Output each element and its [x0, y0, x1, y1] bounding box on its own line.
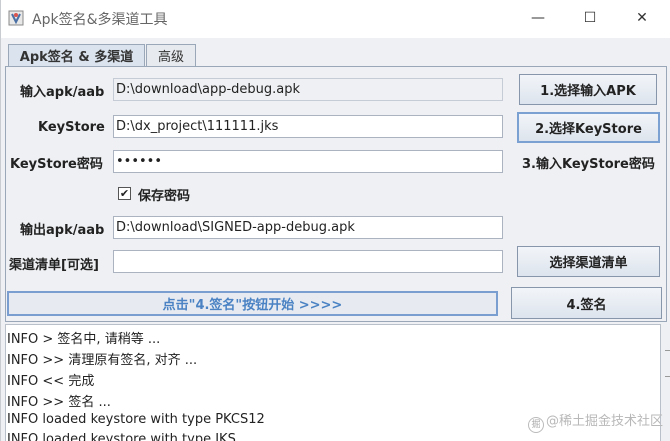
- keystore-label: KeyStore: [38, 120, 105, 135]
- select-keystore-button[interactable]: 2.选择KeyStore: [517, 112, 660, 143]
- sign-button[interactable]: 4.签名: [511, 287, 662, 319]
- log-line: INFO > 签名中, 请稍等 ...: [7, 332, 161, 347]
- channel-list-field[interactable]: [113, 250, 503, 273]
- status-text: 点击"4.签名"按钮开始 >>>>: [162, 298, 343, 313]
- input-apk-field[interactable]: D:\download\app-debug.apk: [113, 78, 503, 101]
- log-line: INFO >> 签名 ...: [7, 395, 111, 410]
- minimize-button[interactable]: —: [515, 4, 561, 32]
- tab-advanced[interactable]: 高级: [146, 44, 196, 66]
- title-bar: Apk签名&多渠道工具 — ☐ ✕: [1, 0, 670, 38]
- checkmark-icon: ✔: [119, 187, 130, 200]
- watermark: 掘 @稀土掘金技术社区: [528, 410, 663, 433]
- channel-list-label: 渠道清单[可选]: [9, 258, 99, 273]
- output-apk-label: 输出apk/aab: [20, 223, 105, 238]
- watermark-logo-icon: 掘: [528, 417, 544, 433]
- resize-tick: [665, 376, 670, 377]
- resize-tick: [665, 350, 670, 351]
- tab-sign-channels[interactable]: Apk签名 & 多渠道: [8, 44, 145, 66]
- save-password-label[interactable]: 保存密码: [138, 185, 190, 204]
- maximize-button[interactable]: ☐: [567, 4, 613, 32]
- keystore-password-label: KeyStore密码: [10, 157, 103, 172]
- close-icon: ✕: [636, 10, 648, 26]
- minimize-icon: —: [531, 10, 545, 26]
- window-title: Apk签名&多渠道工具: [32, 12, 168, 28]
- watermark-text: @稀土掘金技术社区: [546, 414, 664, 429]
- app-window: Apk签名&多渠道工具 — ☐ ✕ Apk签名 & 多渠道 高级 输入apk/a…: [0, 0, 670, 441]
- keystore-field[interactable]: D:\dx_project\111111.jks: [113, 115, 503, 138]
- log-line: INFO loaded keystore with type PKCS12: [7, 412, 265, 427]
- maximize-icon: ☐: [583, 10, 597, 26]
- close-button[interactable]: ✕: [619, 4, 665, 32]
- select-input-apk-button[interactable]: 1.选择输入APK: [519, 74, 657, 105]
- app-icon: [8, 10, 24, 26]
- input-apk-label: 输入apk/aab: [20, 85, 105, 100]
- log-line: INFO << 完成: [7, 374, 95, 389]
- status-bar: 点击"4.签名"按钮开始 >>>>: [7, 291, 498, 316]
- keystore-password-field[interactable]: ••••••: [113, 150, 503, 173]
- log-line: INFO >> 清理原有签名, 对齐 ...: [7, 353, 198, 368]
- save-password-checkbox[interactable]: ✔: [118, 187, 131, 200]
- output-apk-field[interactable]: D:\download\SIGNED-app-debug.apk: [113, 216, 503, 239]
- keystore-password-hint: 3.输入KeyStore密码: [522, 157, 655, 172]
- select-channel-list-button[interactable]: 选择渠道清单: [517, 246, 660, 277]
- log-line: INFO loaded keystore with type JKS: [7, 432, 236, 441]
